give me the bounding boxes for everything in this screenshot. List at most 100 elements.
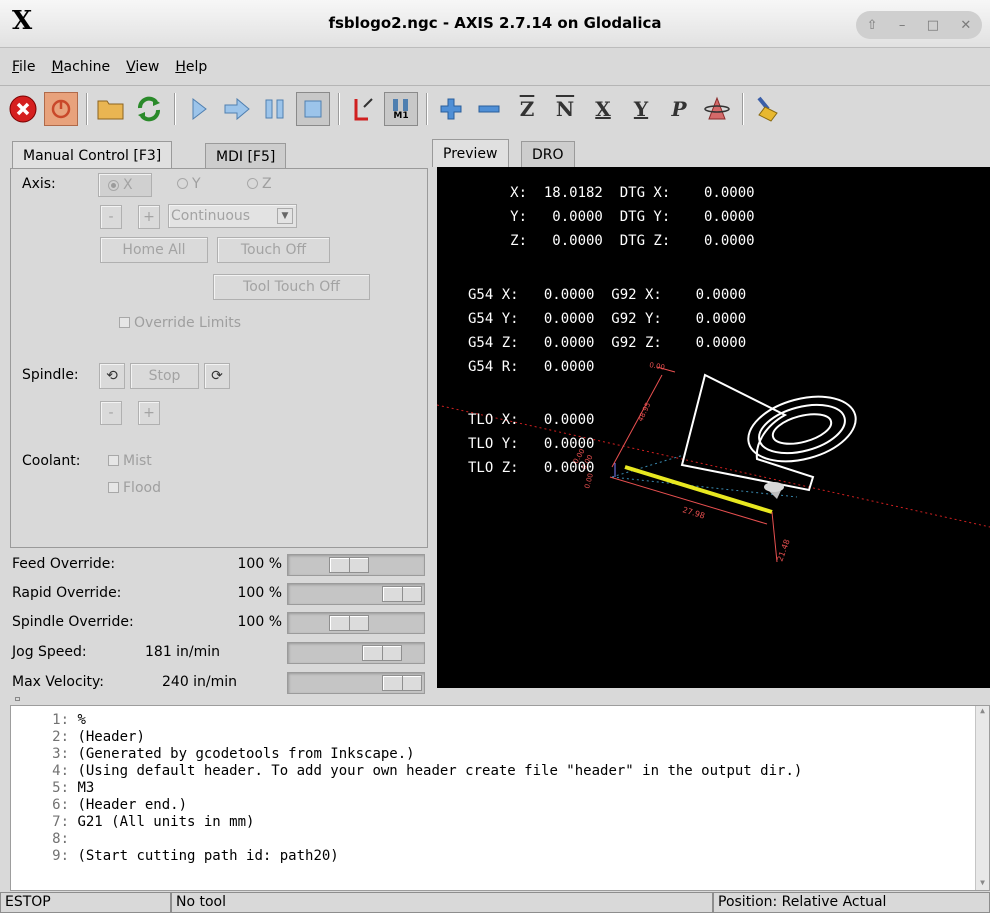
gcode-line[interactable]: 2: (Header) [11, 729, 989, 746]
slider-thumb[interactable] [361, 645, 402, 661]
preview-canvas[interactable]: 27.98 21.48 0.00 0.00 0.00 48.95 0.00 X:… [437, 167, 990, 688]
dimension-line-z [611, 374, 663, 468]
scroll-down-icon[interactable]: ▼ [976, 878, 989, 890]
status-position: Position: Relative Actual [713, 892, 990, 913]
tab-preview[interactable]: Preview [432, 139, 509, 167]
gcode-line[interactable]: 5: M3 [11, 780, 989, 797]
pane-resize-handle[interactable] [15, 697, 20, 701]
gcode-line[interactable]: 7: G21 (All units in mm) [11, 814, 989, 831]
line-number: 6: [52, 797, 69, 813]
open-folder-icon[interactable] [94, 92, 128, 126]
mist-checkbox[interactable]: Mist [108, 453, 152, 469]
jog-minus-button[interactable]: - [100, 205, 122, 229]
line-number: 7: [52, 814, 69, 830]
clear-live-plot-icon[interactable] [750, 92, 784, 126]
shade-window-icon[interactable]: ⇧ [867, 18, 878, 33]
line-text: M3 [77, 780, 95, 796]
line-number: 5: [52, 780, 69, 796]
line-number: 4: [52, 763, 69, 779]
status-tool: No tool [171, 892, 713, 913]
spindle-stop-button[interactable]: Stop [130, 363, 199, 389]
spindle-plus-button[interactable]: + [138, 401, 160, 425]
tab-manual-control[interactable]: Manual Control [F3] [12, 141, 173, 169]
slider-thumb[interactable] [382, 586, 422, 602]
menu-machine[interactable]: Machine [51, 59, 110, 75]
rotate-view-icon[interactable] [700, 92, 734, 126]
line-number: 1: [52, 712, 69, 728]
slider-label: Feed Override: [12, 556, 116, 572]
optional-stop-label: M1 [393, 110, 409, 121]
jog-speed-slider[interactable] [287, 642, 425, 664]
gcode-listing[interactable]: 1: % 2: (Header) 3: (Generated by gcodet… [10, 705, 990, 891]
view-x-icon[interactable]: X [586, 92, 620, 126]
max-velocity-row: Max Velocity: 240 in/min [0, 668, 430, 698]
slider-value: 100 % [237, 585, 282, 601]
pause-icon[interactable] [258, 92, 292, 126]
spindle-cw-button[interactable]: ⟳ [204, 363, 230, 389]
maximize-window-icon[interactable]: □ [927, 18, 939, 33]
menu-view[interactable]: View [126, 59, 159, 75]
jog-plus-button[interactable]: + [138, 205, 160, 229]
optional-stop-icon[interactable]: M1 [384, 92, 418, 126]
view-z-icon[interactable]: Z [510, 92, 544, 126]
view-z-rotated-icon[interactable]: N [548, 92, 582, 126]
zoom-out-icon[interactable] [472, 92, 506, 126]
slider-thumb[interactable] [328, 557, 369, 573]
run-icon[interactable] [182, 92, 216, 126]
dro-row: TLO X: 0.0000 [468, 412, 595, 428]
reload-icon[interactable] [132, 92, 166, 126]
view-p-icon[interactable]: P [662, 92, 696, 126]
rapid-override-row: Rapid Override: 100 % [0, 579, 430, 609]
slider-value: 100 % [237, 614, 282, 630]
rapid-override-slider[interactable] [287, 583, 425, 605]
jog-increment-select[interactable]: Continuous ▼ [168, 204, 297, 228]
dro-row: G54 Z: 0.0000 G92 Z: 0.0000 [468, 335, 747, 351]
gcode-line[interactable]: 3: (Generated by gcodetools from Inkscap… [11, 746, 989, 763]
gcode-line[interactable]: 1: % [11, 712, 989, 729]
minimize-window-icon[interactable]: – [899, 18, 906, 33]
touch-off-button[interactable]: Touch Off [217, 237, 330, 263]
spindle-override-slider[interactable] [287, 612, 425, 634]
menu-file[interactable]: File [12, 59, 35, 75]
line-text: (Generated by gcodetools from Inkscape.) [77, 746, 415, 762]
axis-x-radio[interactable]: X [98, 173, 152, 197]
tool-touch-off-button[interactable]: Tool Touch Off [213, 274, 370, 300]
override-limits-checkbox[interactable]: Override Limits [119, 315, 241, 331]
estop-icon[interactable] [6, 92, 40, 126]
gcode-scrollbar[interactable]: ▲ ▼ [975, 706, 989, 890]
axis-label: Axis: [22, 176, 56, 192]
dro-row: Z: 0.0000 DTG Z: 0.0000 [468, 233, 755, 249]
spindle-ccw-button[interactable]: ⟲ [99, 363, 125, 389]
menu-bar: File Machine View Help [0, 48, 990, 86]
slider-label: Jog Speed: [12, 644, 87, 660]
feed-override-slider[interactable] [287, 554, 425, 576]
flood-checkbox[interactable]: Flood [108, 480, 161, 496]
axis-z-radio[interactable]: Z [247, 176, 272, 192]
dimension-label: 48.95 [637, 401, 653, 423]
slider-thumb[interactable] [382, 675, 422, 691]
gcode-line[interactable]: 6: (Header end.) [11, 797, 989, 814]
tab-dro[interactable]: DRO [521, 141, 575, 167]
chevron-down-icon: ▼ [277, 208, 293, 224]
menu-help[interactable]: Help [175, 59, 207, 75]
power-icon[interactable] [44, 92, 78, 126]
gcode-line[interactable]: 4: (Using default header. To add your ow… [11, 763, 989, 780]
line-text: G21 (All units in mm) [77, 814, 255, 830]
step-icon[interactable] [220, 92, 254, 126]
gcode-line[interactable]: 8: [11, 831, 989, 848]
zoom-in-icon[interactable] [434, 92, 468, 126]
stop-icon[interactable] [296, 92, 330, 126]
gcode-line[interactable]: 9: (Start cutting path id: path20) [11, 848, 989, 865]
spindle-minus-button[interactable]: - [100, 401, 122, 425]
axis-y-radio[interactable]: Y [177, 176, 201, 192]
slider-thumb[interactable] [328, 615, 369, 631]
close-window-icon[interactable]: ✕ [960, 18, 971, 33]
rotate-cw-icon: ⟳ [211, 368, 223, 384]
view-y-icon[interactable]: Y [624, 92, 658, 126]
home-all-button[interactable]: Home All [100, 237, 208, 263]
run-from-line-icon[interactable] [346, 92, 380, 126]
scroll-up-icon[interactable]: ▲ [976, 706, 989, 720]
slider-value: 181 in/min [145, 644, 221, 660]
max-velocity-slider[interactable] [287, 672, 425, 694]
tab-mdi[interactable]: MDI [F5] [205, 143, 287, 169]
